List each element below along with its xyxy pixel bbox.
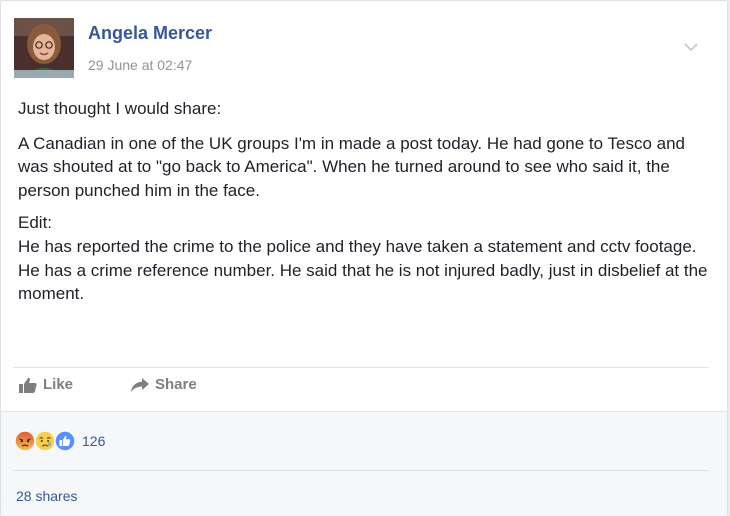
like-reaction-icon xyxy=(54,430,76,452)
avatar-image xyxy=(14,18,74,78)
post-edit-text: He has reported the crime to the police … xyxy=(18,236,708,304)
sad-reaction-icon xyxy=(34,430,56,452)
post-card: Angela Mercer 29 June at 02:47 Just thou… xyxy=(0,0,728,516)
avatar[interactable] xyxy=(14,18,74,78)
post-story: A Canadian in one of the UK groups I'm i… xyxy=(18,133,686,200)
like-button[interactable]: Like xyxy=(19,376,73,393)
like-label: Like xyxy=(43,376,74,393)
post-body: Just thought I would share: A Canadian i… xyxy=(18,97,708,306)
divider xyxy=(13,470,709,471)
author-name[interactable]: Angela Mercer xyxy=(88,23,212,44)
share-label: Share xyxy=(155,376,197,393)
divider xyxy=(13,367,709,368)
post-intro: Just thought I would share: xyxy=(18,99,222,118)
share-button[interactable]: Share xyxy=(131,376,197,393)
chevron-down-icon[interactable] xyxy=(683,40,699,52)
post-edit-label: Edit: xyxy=(18,213,53,233)
reactions-summary[interactable]: 126 xyxy=(14,429,105,453)
reaction-count[interactable]: 126 xyxy=(82,433,105,449)
thumbs-up-icon xyxy=(19,377,37,393)
shares-count[interactable]: 28 shares xyxy=(16,488,77,504)
post-header: Angela Mercer 29 June at 02:47 xyxy=(14,18,714,80)
share-arrow-icon xyxy=(131,377,149,392)
angry-reaction-icon xyxy=(14,430,36,452)
post-footer: 126 28 shares xyxy=(1,411,727,516)
post-timestamp[interactable]: 29 June at 02:47 xyxy=(88,57,192,73)
